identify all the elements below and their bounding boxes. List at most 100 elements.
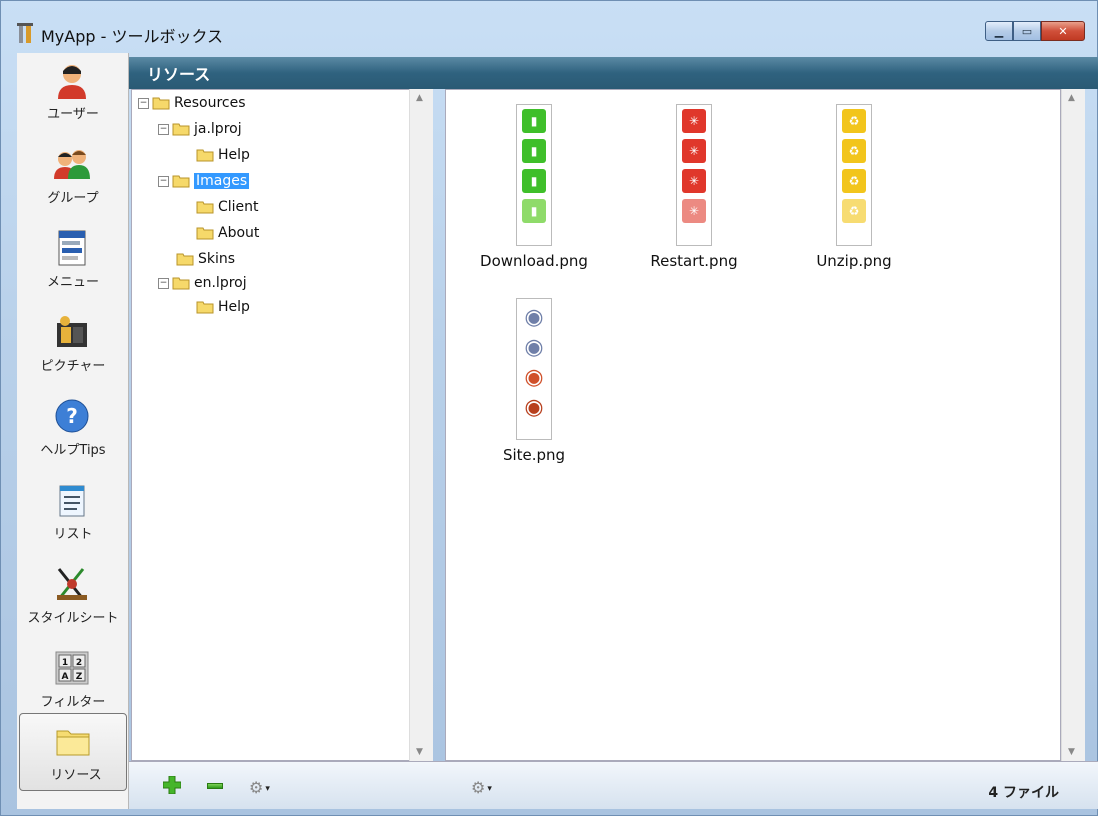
folder-tree[interactable]: − Resources − ja.lproj Help − Images Cli…: [131, 89, 431, 761]
sidebar-item-label: フィルター: [40, 695, 106, 710]
file-name: Site.png: [502, 446, 566, 464]
file-count-label: 4 ファイル: [988, 785, 1059, 801]
svg-text:A: A: [62, 672, 69, 682]
download-icon: ▮: [522, 169, 546, 193]
chevron-down-icon: ▾: [265, 783, 270, 794]
tree-settings-button[interactable]: ⚙ ▾: [249, 778, 283, 797]
sidebar-item-menu[interactable]: メニュー: [17, 221, 129, 301]
maximize-button[interactable]: ▭: [1013, 21, 1041, 41]
tree-label: Help: [218, 147, 250, 163]
sidebar-item-label: リスト: [53, 527, 93, 542]
download-icon: ▮: [522, 139, 546, 163]
scroll-down-icon[interactable]: ▼: [1068, 747, 1075, 757]
window-controls: ▁ ▭ ✕: [985, 21, 1085, 41]
list-icon: [59, 485, 85, 517]
picture-icon: [57, 316, 87, 347]
folder-icon: [152, 97, 170, 110]
folder-icon: [172, 277, 190, 290]
sidebar-item-label: メニュー: [46, 275, 99, 290]
site-icon: ◉: [522, 395, 546, 420]
folder-icon: [196, 301, 214, 314]
tree-node[interactable]: − en.lproj: [158, 272, 247, 294]
tree-node[interactable]: Help: [196, 296, 250, 318]
file-grid[interactable]: ▮ ▮ ▮ ▮ Download.png ✳ ✳ ✳ ✳ Restart.png…: [445, 89, 1061, 761]
bottom-toolbar: ⚙ ▾ ⚙ ▾ 4 ファイル: [129, 761, 1098, 809]
user-icon: [58, 65, 86, 99]
file-item[interactable]: ◉ ◉ ◉ ◉ Site.png: [464, 298, 604, 478]
tree-label-selected: Images: [194, 173, 250, 189]
close-button[interactable]: ✕: [1041, 21, 1085, 41]
sidebar-item-stylesheet[interactable]: スタイルシート: [17, 557, 129, 637]
scroll-down-icon[interactable]: ▼: [416, 747, 423, 757]
sidebar-item-label: グループ: [47, 191, 99, 206]
tree-node[interactable]: − Resources: [138, 92, 246, 114]
sidebar-item-filter[interactable]: 1 2 A Z フィルター: [17, 641, 129, 721]
folder-icon: [196, 227, 214, 240]
file-name: Unzip.png: [816, 252, 892, 270]
restart-icon: ✳: [682, 109, 706, 133]
filter-icon: 1 2 A Z: [55, 651, 89, 685]
collapse-icon[interactable]: −: [158, 123, 169, 135]
file-name: Restart.png: [650, 252, 738, 270]
title-bar[interactable]: MyApp - ツールボックス ▁ ▭ ✕: [1, 1, 1097, 53]
gear-icon: ⚙: [471, 778, 486, 797]
file-settings-button[interactable]: ⚙ ▾: [471, 778, 505, 797]
sidebar-item-groups[interactable]: グループ: [17, 137, 129, 217]
file-item[interactable]: ♻ ♻ ♻ ♻ Unzip.png: [784, 104, 924, 284]
tree-node[interactable]: About: [196, 222, 259, 244]
folder-icon: [56, 730, 90, 756]
menu-icon: [58, 230, 86, 266]
download-icon: ▮: [522, 109, 546, 133]
sidebar-item-pictures[interactable]: ピクチャー: [17, 305, 129, 385]
tree-node[interactable]: Skins: [176, 248, 235, 270]
scroll-up-icon[interactable]: ▲: [1068, 93, 1075, 103]
tree-label: ja.lproj: [194, 121, 242, 137]
tree-label: Skins: [198, 251, 236, 267]
tree-label: Client: [218, 199, 259, 215]
sidebar: ユーザー グループ メニュー ピクチャー ? ヘルプTips リスト スタイルシ…: [17, 53, 129, 809]
tree-node[interactable]: Help: [196, 144, 250, 166]
site-icon: ◉: [522, 365, 546, 390]
restart-icon: ✳: [682, 199, 706, 223]
sidebar-item-label: スタイルシート: [27, 611, 119, 626]
scroll-up-icon[interactable]: ▲: [416, 93, 423, 103]
unzip-icon: ♻: [842, 169, 866, 193]
sidebar-item-help[interactable]: ? ヘルプTips: [17, 389, 129, 469]
tree-node[interactable]: − ja.lproj: [158, 118, 242, 140]
tree-node[interactable]: − Images: [158, 170, 250, 192]
help-icon: ?: [55, 399, 89, 433]
download-icon: ▮: [522, 199, 546, 223]
folder-icon: [176, 253, 194, 266]
tree-scrollbar[interactable]: ▲ ▼: [409, 89, 433, 761]
svg-text:2: 2: [76, 658, 82, 668]
sidebar-item-resources[interactable]: リソース: [19, 713, 127, 791]
file-item[interactable]: ▮ ▮ ▮ ▮ Download.png: [464, 104, 604, 284]
collapse-icon[interactable]: −: [138, 97, 149, 109]
folder-icon: [196, 201, 214, 214]
file-item[interactable]: ✳ ✳ ✳ ✳ Restart.png: [624, 104, 764, 284]
app-icon: [17, 23, 33, 43]
sidebar-item-label: リソース: [50, 768, 102, 783]
sidebar-item-label: ヘルプTips: [40, 443, 106, 458]
tree-label: Resources: [174, 95, 246, 111]
file-thumbnail: ▮ ▮ ▮ ▮: [516, 104, 552, 246]
site-icon: ◉: [522, 305, 546, 330]
restart-icon: ✳: [682, 169, 706, 193]
unzip-icon: ♻: [842, 199, 866, 223]
collapse-icon[interactable]: −: [158, 175, 169, 187]
folder-icon: [196, 149, 214, 162]
add-icon[interactable]: [163, 776, 181, 794]
sidebar-item-list[interactable]: リスト: [17, 473, 129, 553]
remove-icon[interactable]: [207, 783, 223, 789]
app-window: MyApp - ツールボックス ▁ ▭ ✕ ユーザー グループ メニュー ピクチ…: [0, 0, 1098, 816]
minimize-button[interactable]: ▁: [985, 21, 1013, 41]
tree-node[interactable]: Client: [196, 196, 259, 218]
tree-label: en.lproj: [194, 275, 247, 291]
stylesheet-icon: [57, 568, 87, 600]
collapse-icon[interactable]: −: [158, 277, 169, 289]
tree-label: About: [218, 225, 260, 241]
unzip-icon: ♻: [842, 139, 866, 163]
sidebar-item-label: ユーザー: [47, 107, 99, 122]
sidebar-item-users[interactable]: ユーザー: [17, 53, 129, 133]
file-scrollbar[interactable]: ▲ ▼: [1061, 89, 1085, 761]
